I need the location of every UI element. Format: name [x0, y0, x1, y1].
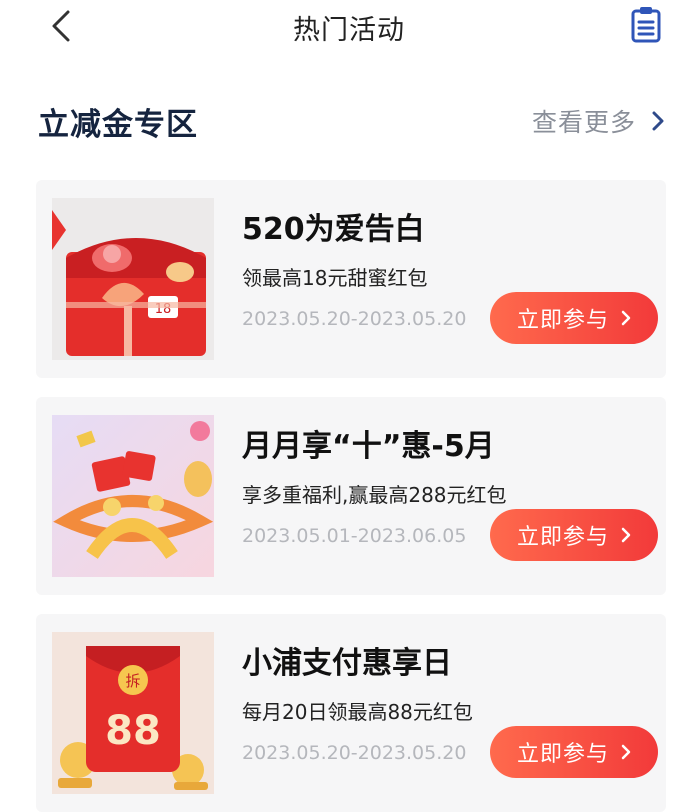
join-button-label: 立即参与	[516, 742, 609, 767]
join-button[interactable]: 立即参与	[490, 292, 658, 344]
card-title: 小浦支付惠享日	[242, 646, 452, 681]
chevron-right-icon	[652, 111, 664, 131]
card-subtitle: 享多重福利,赢最高288元红包	[242, 483, 507, 507]
card-date-range: 2023.05.20-2023.05.20	[242, 308, 467, 330]
card-date-range: 2023.05.01-2023.06.05	[242, 525, 467, 547]
card-date-range: 2023.05.20-2023.05.20	[242, 742, 467, 764]
envelope-amount: 88	[105, 708, 161, 754]
card-title: 月月享“十”惠-5月	[242, 429, 495, 464]
red-envelope-gift-image: 18	[52, 198, 214, 360]
view-more-label: 查看更多	[531, 108, 636, 137]
join-button-label: 立即参与	[516, 308, 609, 333]
activity-card[interactable]: 拆 88 小浦支付惠享日 每月20日领最高88元红包 2023.05.20-20…	[36, 614, 666, 812]
top-nav-bar: 热门活动	[0, 0, 698, 52]
card-subtitle: 领最高18元甜蜜红包	[242, 266, 428, 290]
chevron-right-icon	[621, 527, 631, 543]
join-button[interactable]: 立即参与	[490, 509, 658, 561]
chevron-right-icon	[621, 310, 631, 326]
chevron-right-icon	[621, 744, 631, 760]
activity-card[interactable]: 18 520为爱告白 领最高18元甜蜜红包 2023.05.20-2023.05…	[36, 180, 666, 378]
clipboard-icon[interactable]	[630, 5, 662, 43]
red-envelope-88-image: 拆 88	[52, 632, 214, 794]
envelope-top-char: 拆	[125, 672, 140, 690]
card-subtitle: 每月20日领最高88元红包	[242, 700, 473, 724]
card-title: 520为爱告白	[242, 212, 425, 247]
view-more-link[interactable]: 查看更多	[532, 103, 666, 139]
section-title: 立减金专区	[38, 107, 198, 143]
activity-card[interactable]: 月月享“十”惠-5月 享多重福利,赢最高288元红包 2023.05.01-20…	[36, 397, 666, 595]
festive-ribbon-image	[52, 415, 214, 577]
join-button[interactable]: 立即参与	[490, 726, 658, 778]
join-button-label: 立即参与	[516, 525, 609, 550]
section-header: 立减金专区 查看更多	[0, 95, 698, 145]
page-title: 热门活动	[293, 15, 405, 46]
